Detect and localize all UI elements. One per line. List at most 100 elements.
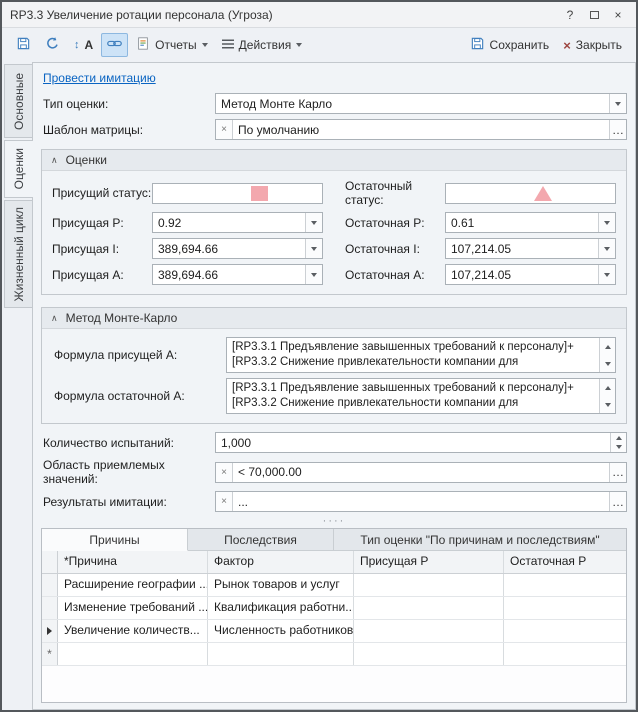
assessment-type-combo[interactable]: Метод Монте Карло	[215, 93, 627, 114]
inherent-a-label: Присущая A:	[52, 268, 152, 282]
inherent-a-dropdown-button[interactable]	[305, 265, 322, 284]
formula-residual-field[interactable]: [RP3.3.1 Предъявление завышенных требова…	[226, 378, 616, 414]
inherent-i-dropdown-button[interactable]	[305, 239, 322, 258]
letter-a-icon: A	[85, 38, 94, 52]
range-browse-button[interactable]: …	[609, 463, 626, 482]
cell-factor[interactable]: Квалификация работни...	[208, 597, 354, 619]
simulation-results-field[interactable]: × ... …	[215, 491, 627, 512]
scroll-down-button[interactable]	[600, 355, 615, 372]
assessment-type-dropdown-button[interactable]	[609, 94, 626, 113]
row-indicator	[42, 597, 58, 619]
cell-cause[interactable]: Расширение географии ...	[58, 574, 208, 596]
spin-up-button[interactable]	[611, 433, 626, 443]
residual-a-dropdown-button[interactable]	[598, 265, 615, 284]
results-clear-button[interactable]: ×	[216, 492, 233, 511]
cell-factor[interactable]: Численность работников	[208, 620, 354, 642]
link-tool-button[interactable]	[101, 33, 128, 57]
grid-header: *Причина Фактор Присущая P Остаточная P	[42, 551, 626, 574]
residual-p-dropdown-button[interactable]	[598, 213, 615, 232]
residual-a-combo[interactable]: 107,214.05	[445, 264, 616, 285]
window-close-button[interactable]: ×	[606, 5, 630, 25]
column-header-cause[interactable]: *Причина	[58, 551, 208, 573]
scroll-up-button[interactable]	[600, 379, 615, 396]
column-header-inherent-p[interactable]: Присущая P	[354, 551, 504, 573]
formula-inherent-row: Формула присущей A: [RP3.3.1 Предъявлени…	[52, 337, 616, 373]
inherent-i-label: Присущая I:	[52, 242, 152, 256]
cell-factor[interactable]: Рынок товаров и услуг	[208, 574, 354, 596]
actions-button[interactable]: Действия	[216, 33, 309, 57]
results-browse-button[interactable]: …	[609, 492, 626, 511]
cell-factor[interactable]	[208, 643, 354, 665]
cell-inherent-p[interactable]	[354, 643, 504, 665]
trials-value: 1,000	[216, 436, 610, 450]
tab-causes-consequences-note-label: Тип оценки "По причинам и последствиям"	[360, 533, 599, 547]
matrix-browse-button[interactable]: …	[609, 120, 626, 139]
residual-i-combo[interactable]: 107,214.05	[445, 238, 616, 259]
matrix-clear-button[interactable]: ×	[216, 120, 233, 139]
residual-p-combo[interactable]: 0.61	[445, 212, 616, 233]
font-size-tool-button[interactable]: ↕A	[68, 33, 99, 57]
scroll-down-button[interactable]	[600, 396, 615, 413]
matrix-template-field[interactable]: × По умолчанию …	[215, 119, 627, 140]
cell-inherent-p[interactable]	[354, 574, 504, 596]
inherent-i-combo[interactable]: 389,694.66	[152, 238, 323, 259]
save-button[interactable]: Сохранить	[464, 33, 556, 57]
window: RP3.3 Увеличение ротации персонала (Угро…	[0, 0, 638, 712]
spin-down-button[interactable]	[611, 443, 626, 453]
splitter-handle[interactable]: ····	[41, 517, 627, 528]
close-button[interactable]: × Закрыть	[557, 33, 628, 57]
inherent-p-combo[interactable]: 0.92	[152, 212, 323, 233]
tab-consequences[interactable]: Последствия	[188, 529, 334, 550]
tab-causes-consequences-note[interactable]: Тип оценки "По причинам и последствиям"	[334, 529, 626, 550]
save-tool-button[interactable]	[10, 33, 37, 57]
cell-residual-p[interactable]	[504, 620, 626, 642]
table-row[interactable]: Расширение географии ... Рынок товаров и…	[42, 574, 626, 597]
scroll-up-button[interactable]	[600, 338, 615, 355]
cell-inherent-p[interactable]	[354, 597, 504, 619]
column-header-residual-p[interactable]: Остаточная P	[504, 551, 626, 573]
formula-inherent-field[interactable]: [RP3.3.1 Предъявление завышенных требова…	[226, 337, 616, 373]
ellipsis-icon: …	[612, 495, 624, 509]
cell-cause[interactable]: Изменение требований ...	[58, 597, 208, 619]
column-header-factor[interactable]: Фактор	[208, 551, 354, 573]
residual-i-dropdown-button[interactable]	[598, 239, 615, 258]
link-icon	[107, 36, 122, 54]
cell-residual-p[interactable]	[504, 574, 626, 596]
side-tab-strip: Основные Оценки Жизненный цикл	[2, 62, 32, 710]
reports-button[interactable]: Отчеты	[130, 33, 213, 57]
refresh-tool-button[interactable]	[39, 33, 66, 57]
sidebar-tab-main[interactable]: Основные	[4, 64, 32, 138]
residual-status-field[interactable]	[445, 183, 616, 204]
inherent-a-combo[interactable]: 389,694.66	[152, 264, 323, 285]
cell-cause[interactable]	[58, 643, 208, 665]
inherent-p-value: 0.92	[153, 216, 305, 230]
cell-residual-p[interactable]	[504, 597, 626, 619]
chevron-down-icon	[311, 247, 317, 251]
inherent-status-field[interactable]	[152, 183, 323, 204]
monte-carlo-group-header[interactable]: ∧ Метод Монте-Карло	[42, 308, 626, 329]
inherent-status-label: Присущий статус:	[52, 186, 152, 200]
inherent-a-value: 389,694.66	[153, 268, 305, 282]
table-new-row[interactable]: *	[42, 643, 626, 666]
menu-icon	[222, 38, 234, 52]
window-title: RP3.3 Увеличение ротации персонала (Угро…	[10, 8, 558, 22]
cell-cause[interactable]: Увеличение количеств...	[58, 620, 208, 642]
table-row-active[interactable]: Увеличение количеств... Численность рабо…	[42, 620, 626, 643]
scores-group-header[interactable]: ∧ Оценки	[42, 150, 626, 171]
trials-spinner[interactable]: 1,000	[215, 432, 627, 453]
ellipsis-icon: …	[612, 123, 624, 137]
maximize-button[interactable]	[582, 5, 606, 25]
range-clear-button[interactable]: ×	[216, 463, 233, 482]
sidebar-tab-scores[interactable]: Оценки	[4, 140, 33, 198]
cell-inherent-p[interactable]	[354, 620, 504, 642]
save-icon	[16, 36, 31, 54]
help-button[interactable]: ?	[558, 5, 582, 25]
sidebar-tab-main-label: Основные	[12, 73, 26, 130]
run-simulation-link[interactable]: Провести имитацию	[43, 71, 156, 85]
sidebar-tab-lifecycle[interactable]: Жизненный цикл	[4, 200, 32, 308]
cell-residual-p[interactable]	[504, 643, 626, 665]
tab-causes[interactable]: Причины	[42, 529, 188, 551]
inherent-p-dropdown-button[interactable]	[305, 213, 322, 232]
table-row[interactable]: Изменение требований ... Квалификация ра…	[42, 597, 626, 620]
acceptable-range-field[interactable]: × < 70,000.00 …	[215, 462, 627, 483]
